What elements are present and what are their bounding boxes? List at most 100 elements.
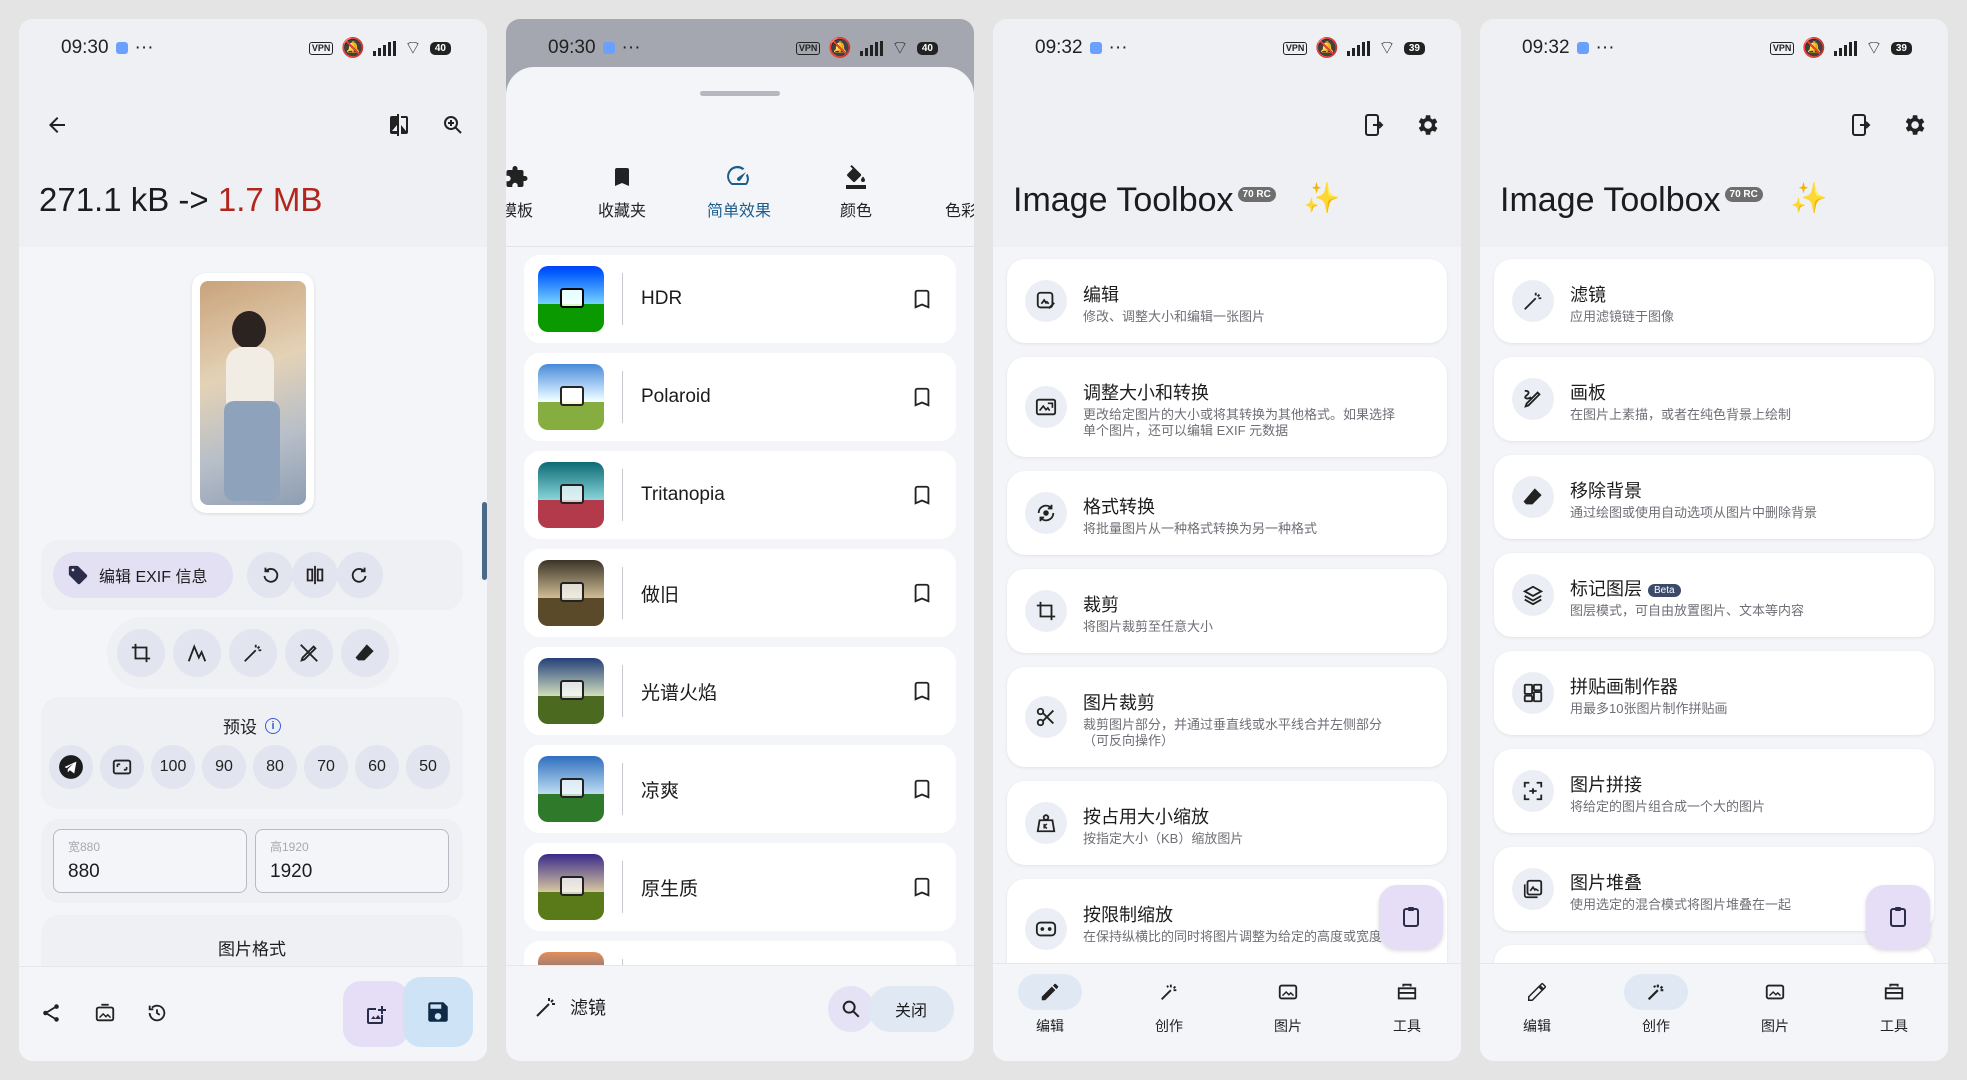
nav-create[interactable]: 创作 bbox=[1114, 974, 1224, 1036]
image-preview[interactable] bbox=[192, 273, 314, 513]
save-button[interactable] bbox=[403, 977, 473, 1047]
nav-label: 编辑 bbox=[1036, 1018, 1064, 1034]
filter-item[interactable]: Polaroid bbox=[524, 353, 956, 441]
preset-chip[interactable]: 50 bbox=[406, 745, 450, 789]
tool-card-draw[interactable]: 画板 在图片上素描，或者在纯色背景上绘制 bbox=[1494, 357, 1934, 441]
card-title: 图片堆叠 bbox=[1570, 873, 1642, 893]
compare-icon[interactable] bbox=[379, 105, 419, 145]
tab-simple-effects[interactable]: 简单效果 bbox=[684, 145, 794, 247]
magic-wand-icon[interactable] bbox=[229, 629, 277, 677]
battery-icon: 40 bbox=[429, 41, 451, 55]
scrollbar[interactable] bbox=[482, 502, 487, 580]
app-notification-icon bbox=[1089, 42, 1102, 54]
bookmark-icon[interactable] bbox=[902, 279, 942, 319]
filter-item[interactable]: 做旧 bbox=[524, 549, 956, 637]
nav-edit[interactable]: 编辑 bbox=[995, 974, 1105, 1036]
preset-chip[interactable]: 70 bbox=[304, 745, 348, 789]
rotate-right-icon[interactable] bbox=[337, 552, 383, 598]
sheet-title: 滤镜 bbox=[534, 994, 606, 1020]
gear-icon[interactable] bbox=[1894, 105, 1934, 145]
tab-color-matrix[interactable]: 色彩 bbox=[906, 145, 974, 247]
tag-icon bbox=[68, 565, 88, 585]
tool-card-image-cut[interactable]: 图片裁剪 裁剪图片部分，并通过垂直线或水平线合并左侧部分（可反向操作） bbox=[1007, 667, 1447, 767]
phone-home-edit: 09:32 ··· VPN 🔕 ⌔ 39 Image Toolbox 70 RC ✨ 编辑… bbox=[993, 19, 1461, 1061]
nav-images[interactable]: 图片 bbox=[1233, 974, 1343, 1036]
bookmark-filled-icon bbox=[615, 168, 629, 186]
history-icon[interactable] bbox=[137, 993, 177, 1033]
tool-card-markup-layers[interactable]: 标记图层 Beta 图层模式，可自由放置图片、文本等内容 bbox=[1494, 553, 1934, 637]
filter-item[interactable]: 原生质 bbox=[524, 843, 956, 931]
filter-name: 做旧 bbox=[641, 584, 680, 606]
preset-chip[interactable]: 90 bbox=[202, 745, 246, 789]
clipboard-icon bbox=[1403, 907, 1419, 927]
bookmark-icon[interactable] bbox=[902, 475, 942, 515]
bookmark-icon[interactable] bbox=[902, 377, 942, 417]
width-field[interactable]: 宽880 880 bbox=[53, 829, 247, 893]
filter-item[interactable]: Tritanopia bbox=[524, 451, 956, 539]
import-settings-icon[interactable] bbox=[1353, 105, 1393, 145]
clipboard-button[interactable] bbox=[1379, 885, 1443, 949]
tool-card-remove-background[interactable]: 移除背景 通过绘图或使用自动选项从图片中删除背景 bbox=[1494, 455, 1934, 539]
pick-image-button[interactable] bbox=[343, 981, 409, 1047]
info-icon[interactable]: i bbox=[265, 717, 281, 734]
fit-preset-icon[interactable] bbox=[100, 745, 144, 789]
tool-card-edit[interactable]: 编辑 修改、调整大小和编辑一张图片 bbox=[1007, 259, 1447, 343]
nav-create[interactable]: 创作 bbox=[1601, 974, 1711, 1036]
bookmark-icon[interactable] bbox=[902, 573, 942, 613]
tab-templates[interactable]: 模板 bbox=[506, 145, 572, 247]
tab-color[interactable]: 颜色 bbox=[801, 145, 911, 247]
crop-icon[interactable] bbox=[117, 629, 165, 677]
flip-icon[interactable] bbox=[292, 552, 338, 598]
pencil-icon bbox=[1018, 974, 1082, 1010]
back-icon[interactable] bbox=[37, 105, 77, 145]
limit-resize-icon bbox=[1025, 908, 1067, 950]
import-settings-icon[interactable] bbox=[1840, 105, 1880, 145]
tool-card-weight-resize[interactable]: 按占用大小缩放 按指定大小（KB）缩放图片 bbox=[1007, 781, 1447, 865]
filter-item[interactable]: 凉爽 bbox=[524, 745, 956, 833]
tool-card-stitch[interactable]: 图片拼接 将给定的图片组合成一个大的图片 bbox=[1494, 749, 1934, 833]
image-switch-icon[interactable] bbox=[85, 993, 125, 1033]
preset-chip[interactable]: 80 bbox=[253, 745, 297, 789]
clipboard-button[interactable] bbox=[1866, 885, 1930, 949]
zoom-icon[interactable] bbox=[433, 105, 473, 145]
sparkles-icon[interactable]: ✨ bbox=[1303, 181, 1340, 216]
bookmark-icon[interactable] bbox=[902, 769, 942, 809]
gear-icon[interactable] bbox=[1407, 105, 1447, 145]
share-icon[interactable] bbox=[31, 993, 71, 1033]
drag-handle[interactable] bbox=[700, 91, 780, 96]
width-value: 880 bbox=[68, 861, 100, 882]
tool-card-crop[interactable]: 裁剪 将图片裁剪至任意大小 bbox=[1007, 569, 1447, 653]
nav-images[interactable]: 图片 bbox=[1720, 974, 1830, 1036]
card-subtitle: 应用滤镜链于图像 bbox=[1570, 309, 1675, 324]
telegram-preset-icon[interactable] bbox=[49, 745, 93, 789]
eraser-icon[interactable] bbox=[341, 629, 389, 677]
bookmark-icon[interactable] bbox=[902, 671, 942, 711]
height-label: 高1920 bbox=[270, 840, 309, 854]
nav-tools[interactable]: 工具 bbox=[1839, 974, 1948, 1036]
tool-card-filter[interactable]: 滤镜 应用滤镜链于图像 bbox=[1494, 259, 1934, 343]
bookmark-icon[interactable] bbox=[902, 867, 942, 907]
curves-icon[interactable] bbox=[173, 629, 221, 677]
preset-chip[interactable]: 60 bbox=[355, 745, 399, 789]
tool-card-collage[interactable]: 拼贴画制作器 用最多10张图片制作拼贴画 bbox=[1494, 651, 1934, 735]
app-title: Image Toolbox 70 RC bbox=[1500, 181, 1763, 220]
filter-thumbnail bbox=[538, 462, 604, 528]
filter-name: 光谱火焰 bbox=[641, 682, 718, 704]
preset-chip[interactable]: 100 bbox=[151, 745, 195, 789]
tab-favorites[interactable]: 收藏夹 bbox=[567, 145, 677, 247]
vpn-icon: VPN bbox=[1769, 41, 1795, 55]
mute-icon: 🔕 bbox=[1315, 38, 1339, 59]
tool-card-format-convert[interactable]: 格式转换 将批量图片从一种格式转换为另一种格式 bbox=[1007, 471, 1447, 555]
close-button[interactable]: 关闭 bbox=[868, 986, 954, 1032]
filter-item[interactable]: 光谱火焰 bbox=[524, 647, 956, 735]
height-field[interactable]: 高1920 1920 bbox=[255, 829, 449, 893]
tool-card-resize-convert[interactable]: 调整大小和转换 更改给定图片的大小或将其转换为其他格式。如果选择单个图片，还可以编… bbox=[1007, 357, 1447, 457]
sparkles-icon[interactable]: ✨ bbox=[1790, 181, 1827, 216]
draw-icon[interactable] bbox=[285, 629, 333, 677]
filter-item[interactable]: HDR bbox=[524, 255, 956, 343]
search-icon bbox=[842, 1000, 860, 1018]
edit-exif-button[interactable]: 编辑 EXIF 信息 bbox=[53, 552, 233, 598]
nav-tools[interactable]: 工具 bbox=[1352, 974, 1461, 1036]
nav-edit[interactable]: 编辑 bbox=[1482, 974, 1592, 1036]
rotate-left-icon[interactable] bbox=[247, 552, 293, 598]
